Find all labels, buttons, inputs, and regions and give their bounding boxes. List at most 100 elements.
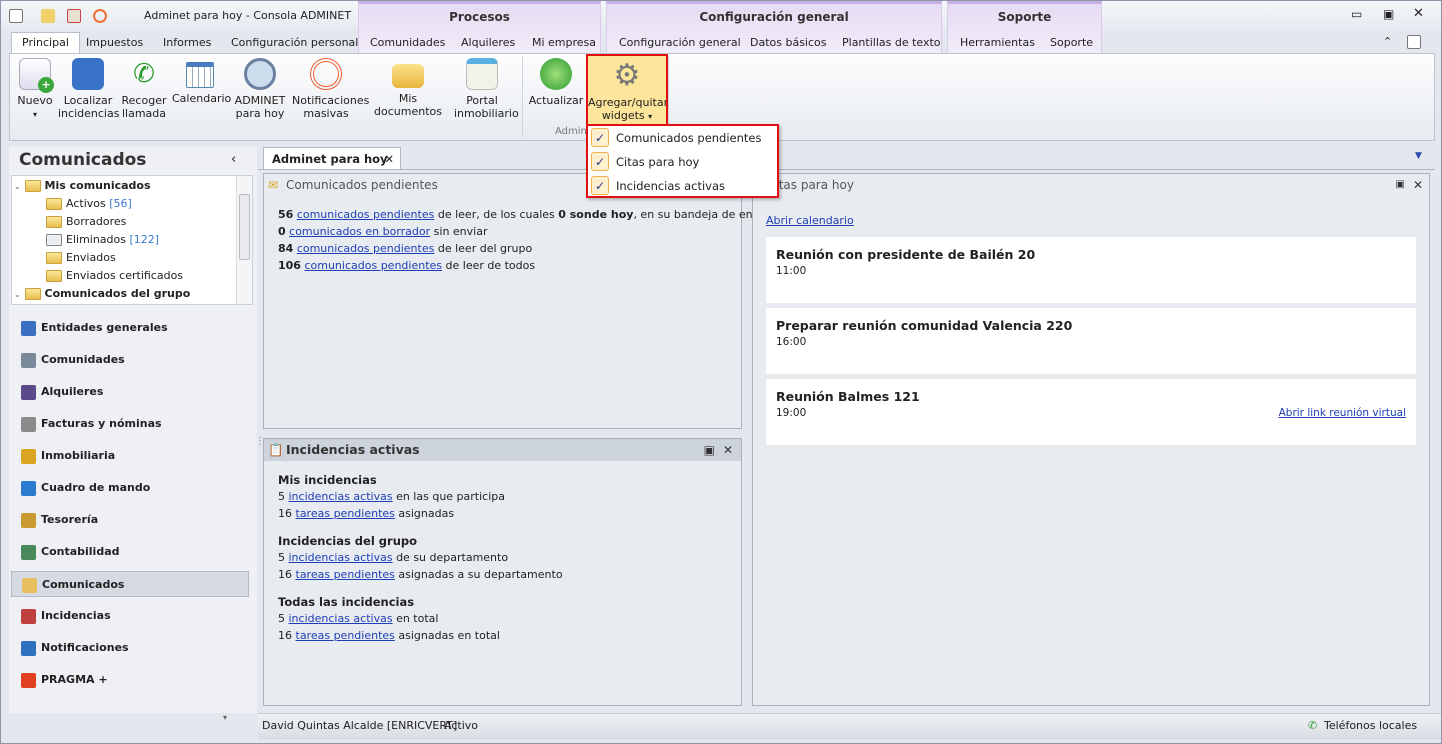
configure-buttons-icon[interactable]: ▾	[223, 713, 227, 722]
tab-configuracion-general[interactable]: Configuración general	[619, 33, 741, 53]
close-tab-icon[interactable]: ✕	[384, 148, 394, 170]
comunicados-grupo-link[interactable]: comunicados pendientes	[297, 242, 435, 255]
menu-item-citas-para-hoy[interactable]: ✓ Citas para hoy	[588, 150, 777, 174]
nav-item-cuadro-de-mando[interactable]: Cuadro de mando	[11, 475, 249, 501]
nav-item-tesorer-a[interactable]: Tesorería	[11, 507, 249, 533]
appointment-card[interactable]: Preparar reunión comunidad Valencia 220 …	[766, 308, 1416, 374]
clipboard-icon[interactable]	[67, 9, 81, 23]
collapse-ribbon-icon[interactable]: ⌃	[1383, 35, 1392, 48]
tree-item-enviados[interactable]: Enviados	[46, 249, 116, 267]
tab-plantillas-texto[interactable]: Plantillas de texto	[842, 33, 941, 53]
checkbox-checked-icon[interactable]: ✓	[591, 152, 609, 171]
actualizar-button[interactable]: Actualizar	[528, 54, 584, 124]
appointment-title: Preparar reunión comunidad Valencia 220	[776, 318, 1073, 333]
checkbox-checked-icon[interactable]: ✓	[591, 176, 609, 195]
label: Enviados certificados	[66, 269, 184, 282]
checkbox-checked-icon[interactable]: ✓	[591, 128, 609, 147]
nav-item-entidades-generales[interactable]: Entidades generales	[11, 315, 249, 341]
nav-item-facturas-y-n-minas[interactable]: Facturas y nóminas	[11, 411, 249, 437]
nav-icon	[22, 578, 37, 593]
help-icon[interactable]	[1407, 35, 1421, 49]
label: Comunicados pendientes	[616, 131, 762, 145]
notificaciones-masivas-button[interactable]: Notificaciones masivas	[292, 54, 369, 124]
broadcast-icon[interactable]	[93, 9, 107, 23]
tree-item-activos[interactable]: Activos [56]	[46, 195, 132, 213]
localizar-incidencias-button[interactable]: Localizar incidencias	[58, 54, 119, 124]
phone-icon: ✆	[1308, 719, 1318, 732]
nav-icon	[21, 353, 36, 368]
virtual-meeting-link[interactable]: Abrir link reunión virtual	[1279, 407, 1406, 419]
appointment-card[interactable]: Reunión Balmes 121 19:00 Abrir link reun…	[766, 379, 1416, 445]
comunicados-todos-link[interactable]: comunicados pendientes	[304, 259, 442, 272]
nav-item-comunidades[interactable]: Comunidades	[11, 347, 249, 373]
abrir-calendario-link[interactable]: Abrir calendario	[766, 214, 854, 227]
tree-item-comunicados-grupo[interactable]: ⌄ Comunicados del grupo	[14, 285, 190, 303]
tree-item-eliminados[interactable]: Eliminados [122]	[46, 231, 159, 249]
tab-alquileres[interactable]: Alquileres	[461, 33, 515, 53]
incidencias-activas-link[interactable]: incidencias activas	[289, 490, 393, 503]
tareas-pendientes-link[interactable]: tareas pendientes	[296, 568, 395, 581]
maximize-widget-icon[interactable]: ▣	[704, 439, 715, 461]
tab-configuracion-personal[interactable]: Configuración personal	[231, 33, 358, 53]
nav-item-pragma-[interactable]: PRAGMA +	[11, 667, 249, 693]
incidencias-activas-link[interactable]: incidencias activas	[289, 612, 393, 625]
telefonos-locales-button[interactable]: Teléfonos locales	[1324, 714, 1417, 738]
recoger-llamada-button[interactable]: ✆ Recoger llamada	[120, 54, 168, 124]
tab-impuestos[interactable]: Impuestos	[86, 33, 143, 53]
nav-icon	[21, 641, 36, 656]
portal-inmobiliario-button[interactable]: Portal inmobiliario	[454, 54, 519, 124]
user-name: David Quintas Alcalde [ENRICVERT]	[262, 719, 458, 732]
tab-soporte[interactable]: Soporte	[1050, 33, 1093, 53]
doc-tab-adminet-para-hoy[interactable]: Adminet para hoy ✕	[263, 147, 401, 170]
minimize-button[interactable]: ▭	[1351, 7, 1362, 21]
close-button[interactable]: ✕	[1413, 6, 1424, 21]
app-menu-icon[interactable]	[9, 9, 23, 23]
adminet-para-hoy-button[interactable]: ADMINET para hoy	[232, 54, 288, 124]
label: Facturas y nóminas	[41, 417, 162, 430]
calendario-button[interactable]: Calendario	[172, 54, 231, 124]
nav-item-notificaciones[interactable]: Notificaciones	[11, 635, 249, 661]
nav-item-incidencias[interactable]: Incidencias	[11, 603, 249, 629]
widget-title: Incidencias activas	[286, 442, 420, 457]
app-window: Adminet para hoy - Consola ADMINET ▭ ▣ ✕…	[0, 0, 1442, 744]
label: Notificaciones masivas	[292, 94, 370, 120]
collapse-pane-icon[interactable]: ‹	[231, 152, 236, 167]
tab-mi-empresa[interactable]: Mi empresa	[532, 33, 596, 53]
label: ADMINET para hoy	[234, 94, 286, 120]
widget-comunicados-pendientes: ✉ Comunicados pendientes 56 comunicados p…	[263, 173, 782, 429]
calendar-icon	[186, 62, 214, 88]
mail-icon[interactable]	[41, 9, 55, 23]
tab-informes[interactable]: Informes	[163, 33, 211, 53]
appointment-card[interactable]: Reunión con presidente de Bailén 20 11:0…	[766, 237, 1416, 303]
sent-folder-icon	[46, 252, 62, 264]
tab-comunidades[interactable]: Comunidades	[370, 33, 445, 53]
incidencias-activas-link[interactable]: incidencias activas	[289, 551, 393, 564]
tareas-pendientes-link[interactable]: tareas pendientes	[296, 629, 395, 642]
nav-icon	[21, 417, 36, 432]
close-widget-icon[interactable]: ✕	[723, 439, 733, 461]
tareas-pendientes-link[interactable]: tareas pendientes	[296, 507, 395, 520]
close-widget-icon[interactable]: ✕	[1413, 174, 1423, 196]
tab-datos-basicos[interactable]: Datos básicos	[750, 33, 827, 53]
nav-item-alquileres[interactable]: Alquileres	[11, 379, 249, 405]
maximize-button[interactable]: ▣	[1383, 7, 1394, 21]
nuevo-button[interactable]: + Nuevo ▾	[14, 54, 56, 124]
nav-item-inmobiliaria[interactable]: Inmobiliaria	[11, 443, 249, 469]
menu-item-incidencias-activas[interactable]: ✓ Incidencias activas	[588, 174, 777, 198]
agregar-quitar-widgets-button[interactable]: ⚙ Agregar/quitar widgets ▾	[586, 54, 668, 128]
tree-item-borradores[interactable]: Borradores	[46, 213, 126, 231]
nav-item-comunicados[interactable]: Comunicados	[11, 571, 249, 597]
nav-icon	[21, 673, 36, 688]
nav-item-contabilidad[interactable]: Contabilidad	[11, 539, 249, 565]
mis-documentos-button[interactable]: Mis documentos	[366, 54, 450, 124]
comunicados-pendientes-link[interactable]: comunicados pendientes	[297, 208, 435, 221]
tab-principal[interactable]: Principal	[11, 32, 80, 54]
maximize-widget-icon[interactable]: ▣	[1396, 174, 1405, 196]
tab-herramientas[interactable]: Herramientas	[960, 33, 1035, 53]
tab-list-dropdown-icon[interactable]: ▼	[1415, 151, 1422, 161]
comunicados-borrador-link[interactable]: comunicados en borrador	[289, 225, 430, 238]
tree-item-enviados-certificados[interactable]: Enviados certificados	[46, 267, 183, 285]
tree-scrollbar[interactable]	[236, 176, 252, 304]
tree-item-mis-comunicados[interactable]: ⌄ Mis comunicados	[14, 177, 151, 195]
menu-item-comunicados-pendientes[interactable]: ✓ Comunicados pendientes	[588, 126, 777, 150]
